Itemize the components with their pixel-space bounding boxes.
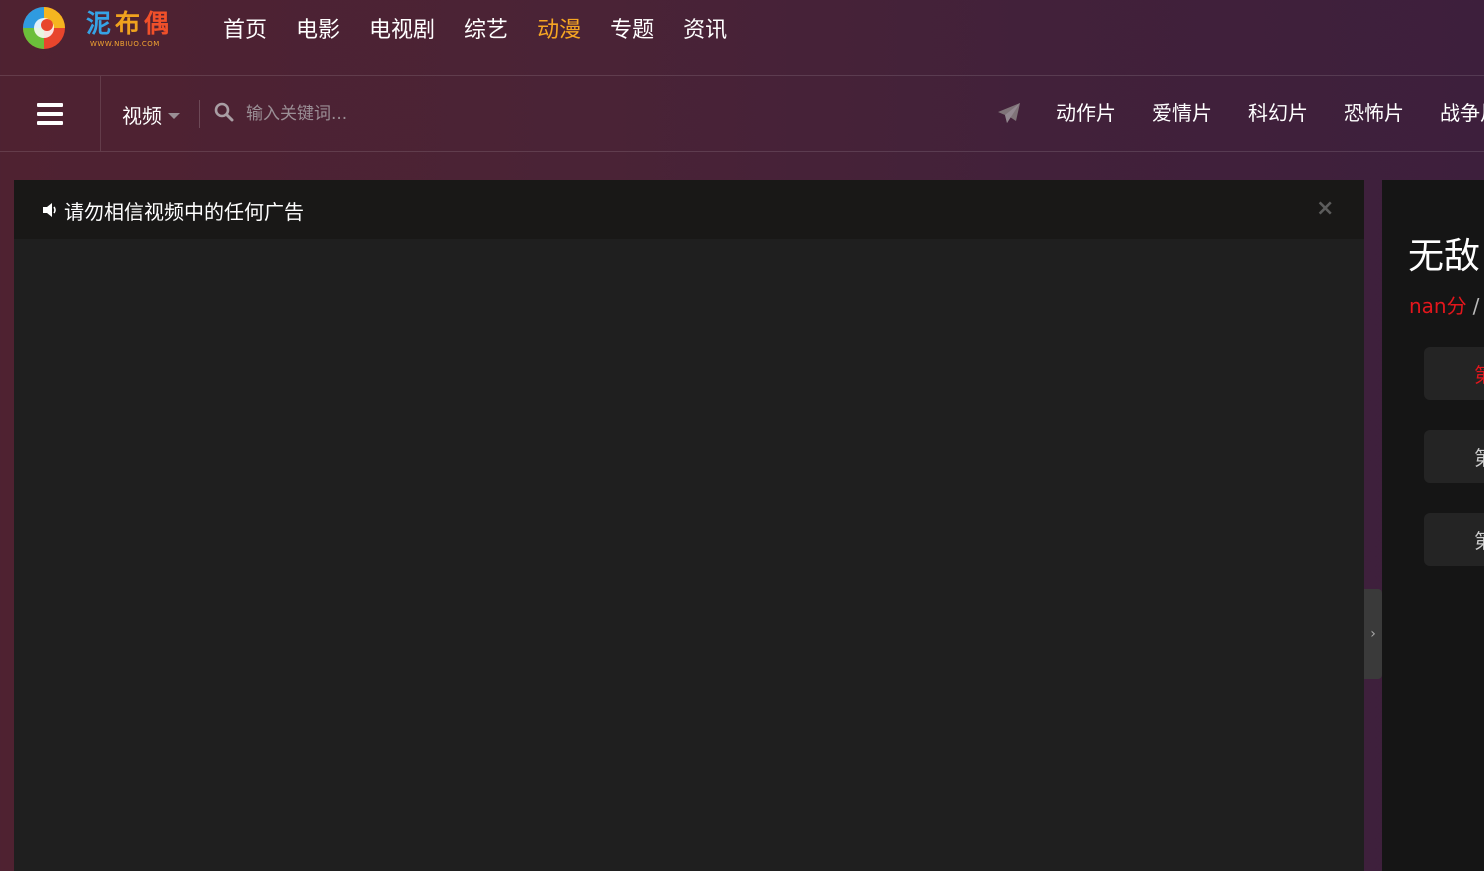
sidebar-toggle-button[interactable]: › <box>1364 589 1382 679</box>
category-nav: 动作片 爱情片 科幻片 恐怖片 战争片 <box>1056 98 1484 128</box>
ad-warning-banner: 请勿相信视频中的任何广告 × <box>14 180 1364 239</box>
episode-label: 第 <box>1474 359 1484 388</box>
nav-tv-series[interactable]: 电视剧 <box>369 14 435 48</box>
category-romance[interactable]: 爱情片 <box>1152 98 1212 128</box>
main-nav: 首页 电影 电视剧 综艺 动漫 专题 资讯 <box>223 14 756 48</box>
site-logo[interactable]: 泥布偶 WWW.NBIUO.COM <box>20 4 190 54</box>
video-player[interactable]: 请勿相信视频中的任何广告 × <box>14 180 1364 871</box>
divider <box>199 100 200 128</box>
chevron-right-icon: › <box>1370 626 1376 642</box>
search-input[interactable] <box>244 98 548 130</box>
speaker-icon <box>42 202 58 222</box>
logo-char-2: 布 <box>115 9 145 38</box>
category-scifi[interactable]: 科幻片 <box>1248 98 1308 128</box>
nav-movies[interactable]: 电影 <box>296 14 340 48</box>
close-icon[interactable]: × <box>1316 198 1334 220</box>
category-horror[interactable]: 恐怖片 <box>1344 98 1404 128</box>
logo-wordmark: 泥布偶 <box>86 4 173 40</box>
episode-label: 第 <box>1474 525 1484 554</box>
search-bar: 视频 动作片 爱情片 科幻片 恐怖片 战争片 <box>0 76 1484 152</box>
ad-warning-text: 请勿相信视频中的任何广告 <box>64 200 304 224</box>
category-war[interactable]: 战争片 <box>1440 98 1484 128</box>
search-icon[interactable] <box>214 102 234 126</box>
caret-down-icon <box>168 112 180 119</box>
nav-home[interactable]: 首页 <box>223 14 267 48</box>
search-scope-select[interactable]: 视频 <box>122 100 180 129</box>
top-header: 泥布偶 WWW.NBIUO.COM 首页 电影 电视剧 综艺 动漫 专题 资讯 <box>0 0 1484 76</box>
logo-char-3: 偶 <box>144 9 174 38</box>
episode-item[interactable]: 第 <box>1424 430 1484 483</box>
logo-globe-icon <box>23 7 65 49</box>
category-action[interactable]: 动作片 <box>1056 98 1116 128</box>
logo-char-1: 泥 <box>86 9 116 38</box>
nav-variety[interactable]: 综艺 <box>464 14 508 48</box>
search-scope-label: 视频 <box>122 104 162 128</box>
video-meta: nan分 / <box>1409 290 1479 319</box>
episode-label: 第 <box>1474 442 1484 471</box>
hamburger-icon <box>37 102 63 125</box>
menu-button[interactable] <box>0 76 101 151</box>
logo-url: WWW.NBIUO.COM <box>90 40 160 48</box>
nav-topics[interactable]: 专题 <box>610 14 654 48</box>
video-title: 无敌 <box>1408 236 1481 277</box>
video-score: nan分 <box>1409 294 1467 318</box>
nav-news[interactable]: 资讯 <box>683 14 727 48</box>
episode-item[interactable]: 第 <box>1424 513 1484 566</box>
meta-separator: / <box>1472 294 1480 318</box>
episode-panel: 无敌 nan分/ 第 第 第 <box>1382 180 1484 871</box>
nav-anime[interactable]: 动漫 <box>537 14 581 48</box>
paper-plane-icon[interactable] <box>997 102 1021 128</box>
episode-item[interactable]: 第 <box>1424 347 1484 400</box>
